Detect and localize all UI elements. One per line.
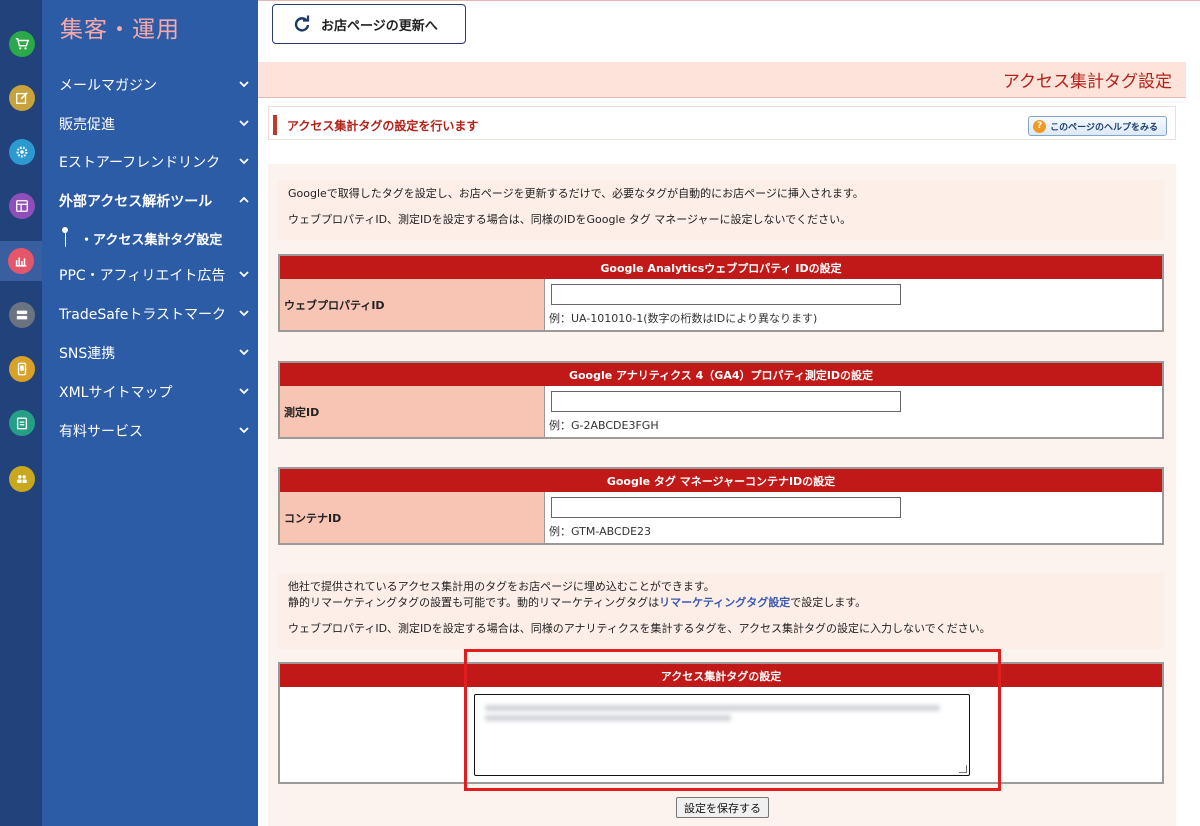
notice-line: ウェブプロパティID、測定IDを設定する場合は、同様のアナリティクスを集計するタ… (288, 622, 991, 635)
table-row: 測定ID 例：G-2ABCDE3FGH (280, 386, 1162, 437)
sidebar-item-label: 販売促進 (59, 117, 115, 133)
ua-label: ウェブプロパティID (280, 279, 545, 330)
sidebar-item-mail-magazine[interactable]: メールマガジン (42, 68, 258, 102)
help-label: このページのヘルプをみる (1050, 122, 1158, 133)
refresh-icon (294, 15, 310, 32)
notice-line: ウェブプロパティID、測定IDを設定する場合は、同様のIDをGoogle タグ … (288, 213, 852, 226)
gtm-settings-table: Google タグ マネージャーコンテナIDの設定 コンテナID 例：GTM-A… (278, 467, 1164, 545)
chevron-up-icon (239, 196, 249, 203)
sidebar-item-xml-sitemap[interactable]: XMLサイトマップ (42, 375, 258, 409)
intro-bar: アクセス集計タグの設定を行います ? このページのヘルプをみる (268, 106, 1176, 140)
sidebar-item-paid-services[interactable]: 有料サービス (42, 414, 258, 448)
refresh-label: お店ページの更新へ (321, 17, 438, 33)
accent-mark (273, 115, 277, 135)
sidebar-item-sales-promotion[interactable]: 販売促進 (42, 107, 258, 141)
sidebar: 集客・運用 メールマガジン 販売促進 Eストアーフレンドリンク 外部アクセス解析… (42, 0, 258, 826)
ga4-label: 測定ID (280, 386, 545, 437)
measurement-id-input[interactable] (551, 391, 901, 412)
ga4-example: 例：G-2ABCDE3FGH (549, 419, 659, 432)
web-property-id-input[interactable] (551, 284, 901, 305)
table-row: コンテナID 例：GTM-ABCDE23 (280, 492, 1162, 543)
sidebar-item-label: Eストアーフレンドリンク (59, 155, 221, 171)
refresh-store-page-button[interactable]: お店ページの更新へ (272, 4, 466, 44)
ua-settings-title: Google Analyticsウェブプロパティ IDの設定 (280, 256, 1162, 279)
server-icon[interactable] (9, 302, 35, 328)
mobile-icon[interactable] (9, 356, 35, 382)
question-icon: ? (1033, 119, 1047, 133)
gtm-label: コンテナID (280, 492, 545, 543)
ga4-settings-title: Google アナリティクス 4（GA4）プロパティ測定IDの設定 (280, 363, 1162, 386)
layout-icon[interactable] (9, 193, 35, 219)
chevron-down-icon (239, 388, 249, 395)
ua-example: 例：UA-101010-1(数字の桁数はIDにより異なります) (549, 312, 818, 325)
sidebar-item-sns[interactable]: SNS連携 (42, 336, 258, 370)
notice-google: Googleで取得したタグを設定し、お店ページを更新するだけで、必要なタグが自動… (278, 180, 1164, 240)
settings-panel: Googleで取得したタグを設定し、お店ページを更新するだけで、必要なタグが自動… (268, 164, 1176, 826)
sidebar-item-label: XMLサイトマップ (59, 385, 173, 401)
sidebar-item-tradesafe[interactable]: TradeSafeトラストマーク (42, 297, 258, 331)
icon-rail (0, 0, 42, 826)
sidebar-item-ppc-affiliate[interactable]: PPC・アフィリエイト広告 (42, 258, 258, 292)
ua-settings-table: Google Analyticsウェブプロパティ IDの設定 ウェブプロパティI… (278, 254, 1164, 332)
remarketing-tag-link[interactable]: リマーケティングタグ設定 (659, 596, 790, 609)
ga4-settings-table: Google アナリティクス 4（GA4）プロパティ測定IDの設定 測定ID 例… (278, 361, 1164, 439)
gtm-settings-title: Google タグ マネージャーコンテナIDの設定 (280, 469, 1162, 492)
main-content: お店ページの更新へ アクセス集計タグ設定 アクセス集計タグの設定を行います ? … (258, 0, 1200, 826)
users-icon[interactable] (9, 466, 35, 492)
divider (258, 0, 1200, 1)
gtm-example: 例：GTM-ABCDE23 (549, 525, 652, 538)
sidebar-item-label: 有料サービス (59, 424, 143, 440)
container-id-input[interactable] (551, 497, 901, 518)
table-row: ウェブプロパティID 例：UA-101010-1(数字の桁数はIDにより異なりま… (280, 279, 1162, 330)
gear-icon[interactable] (9, 139, 35, 165)
intro-text: アクセス集計タグの設定を行います (287, 119, 479, 133)
sidebar-item-label: SNS連携 (59, 346, 116, 362)
chevron-down-icon (239, 427, 249, 434)
clipboard-icon[interactable] (9, 410, 35, 436)
notice-line: Googleで取得したタグを設定し、お店ページを更新するだけで、必要なタグが自動… (288, 187, 864, 200)
sidebar-subitem-access-tag[interactable]: ・アクセス集計タグ設定 (60, 226, 222, 250)
sidebar-item-label: TradeSafeトラストマーク (59, 307, 227, 323)
sidebar-item-label: 外部アクセス解析ツール (59, 194, 213, 210)
notice-line: 他社で提供されているアクセス集計用のタグをお店ページに埋め込むことができます。 (288, 580, 715, 593)
help-button[interactable]: ? このページのヘルプをみる (1028, 116, 1167, 136)
sidebar-subitem-label: ・アクセス集計タグ設定 (80, 232, 223, 248)
chevron-down-icon (239, 120, 249, 127)
sidebar-title: 集客・運用 (60, 17, 180, 43)
cart-icon[interactable] (9, 31, 35, 57)
chevron-down-icon (239, 310, 249, 317)
page-title: アクセス集計タグ設定 (258, 62, 1186, 98)
edit-icon[interactable] (9, 85, 35, 111)
pin-icon (60, 227, 70, 249)
chevron-down-icon (239, 349, 249, 356)
sidebar-item-label: PPC・アフィリエイト広告 (59, 268, 226, 284)
chevron-down-icon (239, 271, 249, 278)
sidebar-item-label: メールマガジン (59, 78, 157, 94)
bar-chart-icon[interactable] (0, 241, 42, 281)
chevron-down-icon (239, 81, 249, 88)
sidebar-item-external-analytics[interactable]: 外部アクセス解析ツール (42, 184, 258, 218)
chevron-down-icon (239, 158, 249, 165)
highlight-box (464, 649, 1001, 791)
notice-other-tags: 他社で提供されているアクセス集計用のタグをお店ページに埋め込むことができます。 … (278, 573, 1164, 649)
sidebar-item-friend-link[interactable]: Eストアーフレンドリンク (42, 145, 258, 179)
save-settings-button[interactable]: 設定を保存する (676, 797, 769, 818)
notice-line: 静的リマーケティングタグの設置も可能です。動的リマーケティングタグはリマーケティ… (288, 596, 867, 609)
